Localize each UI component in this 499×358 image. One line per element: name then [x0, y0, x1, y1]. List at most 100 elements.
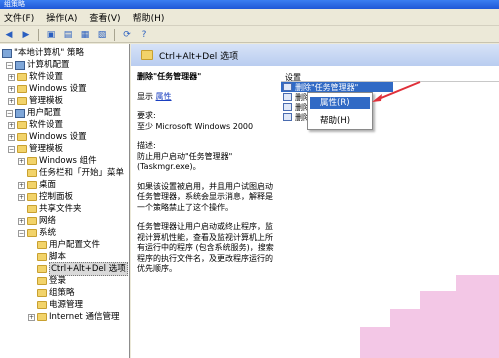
folder-icon	[27, 205, 37, 213]
tree-item-control-panel[interactable]: + 控制面板	[18, 191, 73, 203]
tree-item-label: 用户配置	[27, 108, 62, 118]
arrow-shaft	[375, 81, 421, 101]
tree-item-user-config[interactable]: − 用户配置	[6, 107, 61, 119]
context-menu-help[interactable]: 帮助(H)	[310, 115, 370, 127]
policy-setting-icon	[283, 103, 292, 111]
tree-item-logon[interactable]: 登录	[37, 275, 66, 287]
requirements: 要求: 至少 Microsoft Windows 2000	[137, 111, 275, 132]
expand-icon[interactable]: +	[8, 97, 15, 105]
tree-item-label: 管理模板	[29, 96, 64, 106]
folder-icon	[17, 73, 27, 81]
expand-icon[interactable]: +	[8, 133, 15, 141]
tree-item-windows-settings[interactable]: + Windows 设置	[8, 83, 87, 95]
tree-item-user-admin-templates[interactable]: − 管理模板	[8, 143, 63, 155]
tree-item-group-policy[interactable]: 组策略	[37, 287, 75, 299]
expand-icon[interactable]: +	[18, 157, 25, 165]
description-text-2: 如果该设置被启用，并且用户试图启动任务管理器，系统会显示消息，解释是一个策略禁止…	[137, 181, 273, 212]
properties-icon[interactable]: ▦	[78, 28, 92, 41]
tree-item-label: 共享文件夹	[39, 204, 82, 214]
extended-description: 删除"任务管理器" 显示 属性 要求: 至少 Microsoft Windows…	[137, 72, 275, 284]
collapse-icon[interactable]: −	[18, 229, 25, 237]
red-arrow-annotation	[372, 81, 421, 102]
folder-icon	[37, 241, 47, 249]
forward-icon[interactable]: ▶	[19, 28, 33, 41]
tree-item-software-settings[interactable]: + 软件设置	[8, 71, 63, 83]
expand-icon[interactable]: +	[8, 73, 15, 81]
description-text-3: 任务管理器让用户启动或终止程序，监视计算机性能，查看及监视计算机上所有运行中的程…	[137, 222, 274, 273]
folder-icon	[37, 265, 47, 273]
overlay-block	[360, 327, 499, 358]
tree-item-admin-templates[interactable]: + 管理模板	[8, 95, 63, 107]
expand-icon[interactable]: +	[18, 181, 25, 189]
folder-icon	[27, 193, 37, 201]
tree-item-label: 计算机配置	[27, 60, 70, 70]
tree-item-local-policy[interactable]: "本地计算机" 策略	[2, 47, 84, 59]
menu-action[interactable]: 操作(A)	[46, 11, 77, 24]
tree-item-label: 网络	[39, 216, 57, 226]
tree-item-label: 桌面	[39, 180, 57, 190]
folder-icon	[27, 181, 37, 189]
folder-icon	[27, 229, 37, 237]
collapse-icon[interactable]: −	[6, 109, 13, 117]
tree-item-taskbar-start[interactable]: 任务栏和「开始」菜单	[27, 167, 124, 179]
expand-icon[interactable]: +	[28, 313, 35, 321]
folder-icon	[27, 169, 37, 177]
folder-icon	[37, 289, 47, 297]
context-menu: 属性(R) 帮助(H)	[307, 92, 373, 130]
tree-item-user-software-settings[interactable]: + 软件设置	[8, 119, 63, 131]
menu-view[interactable]: 查看(V)	[89, 11, 120, 24]
expand-icon[interactable]: +	[8, 121, 15, 129]
folder-icon	[27, 217, 37, 225]
tree-item-network[interactable]: + 网络	[18, 215, 56, 227]
folder-icon	[37, 313, 47, 321]
window-title: 组策略	[4, 0, 25, 8]
tree-item-label: Windows 设置	[29, 84, 87, 94]
folder-icon	[37, 253, 47, 261]
toolbar-separator	[114, 28, 115, 41]
tree-item-label: 软件设置	[29, 72, 64, 82]
overlay-block	[456, 275, 499, 291]
tree-item-computer-config[interactable]: − 计算机配置	[6, 59, 70, 71]
requirement-value: 至少 Microsoft Windows 2000	[137, 121, 254, 131]
properties-link[interactable]: 属性	[156, 92, 172, 101]
export-icon[interactable]: ▧	[95, 28, 109, 41]
tree-item-ctrl-alt-del[interactable]: Ctrl+Alt+Del 选项	[37, 262, 128, 276]
up-icon[interactable]: ▣	[44, 28, 58, 41]
tree-item-user-windows-settings[interactable]: + Windows 设置	[8, 131, 87, 143]
help-icon[interactable]: ?	[137, 28, 151, 41]
tree-item-windows-components[interactable]: + Windows 组件	[18, 155, 97, 167]
folder-icon	[27, 157, 37, 165]
collapse-icon[interactable]: −	[8, 145, 15, 153]
menu-file[interactable]: 文件(F)	[4, 11, 34, 24]
tree-item-internet-comm[interactable]: + Internet 通信管理	[28, 311, 119, 323]
policy-setting-icon	[283, 93, 292, 101]
tree-item-system[interactable]: − 系统	[18, 227, 56, 239]
menu-help[interactable]: 帮助(H)	[133, 11, 165, 24]
expand-icon[interactable]: +	[18, 193, 25, 201]
refresh-icon[interactable]: ⟳	[120, 28, 134, 41]
tree-item-label: 登录	[49, 276, 67, 286]
tree-item-desktop[interactable]: + 桌面	[18, 179, 56, 191]
requirement-label: 要求:	[137, 111, 156, 120]
back-icon[interactable]: ◀	[2, 28, 16, 41]
show-hide-tree-icon[interactable]: ▤	[61, 28, 75, 41]
collapse-icon[interactable]: −	[6, 61, 13, 69]
tree-item-label: Internet 通信管理	[49, 312, 120, 322]
tree-item-power-management[interactable]: 电源管理	[37, 299, 83, 311]
tree-item-user-profiles[interactable]: 用户配置文件	[37, 239, 100, 251]
tree-item-shared-folders[interactable]: 共享文件夹	[27, 203, 82, 215]
context-menu-properties[interactable]: 属性(R)	[310, 97, 370, 109]
expand-icon[interactable]: +	[18, 217, 25, 225]
expand-icon[interactable]: +	[8, 85, 15, 93]
computer-icon	[15, 60, 25, 70]
group-policy-window: 组策略 文件(F) 操作(A) 查看(V) 帮助(H) ◀ ▶ ▣ ▤ ▦ ▧ …	[0, 0, 499, 358]
policy-setting-icon	[283, 83, 292, 91]
toolbar: ◀ ▶ ▣ ▤ ▦ ▧ ⟳ ?	[0, 27, 499, 43]
folder-icon	[37, 277, 47, 285]
details-header: Ctrl+Alt+Del 选项	[131, 44, 499, 66]
folder-icon	[37, 301, 47, 309]
overlay-block	[420, 291, 499, 309]
folder-icon	[17, 145, 27, 153]
policy-tree: "本地计算机" 策略 − 计算机配置 + 软件设置 + Windows 设置 +…	[0, 44, 130, 358]
display-properties: 显示 属性	[137, 92, 275, 103]
